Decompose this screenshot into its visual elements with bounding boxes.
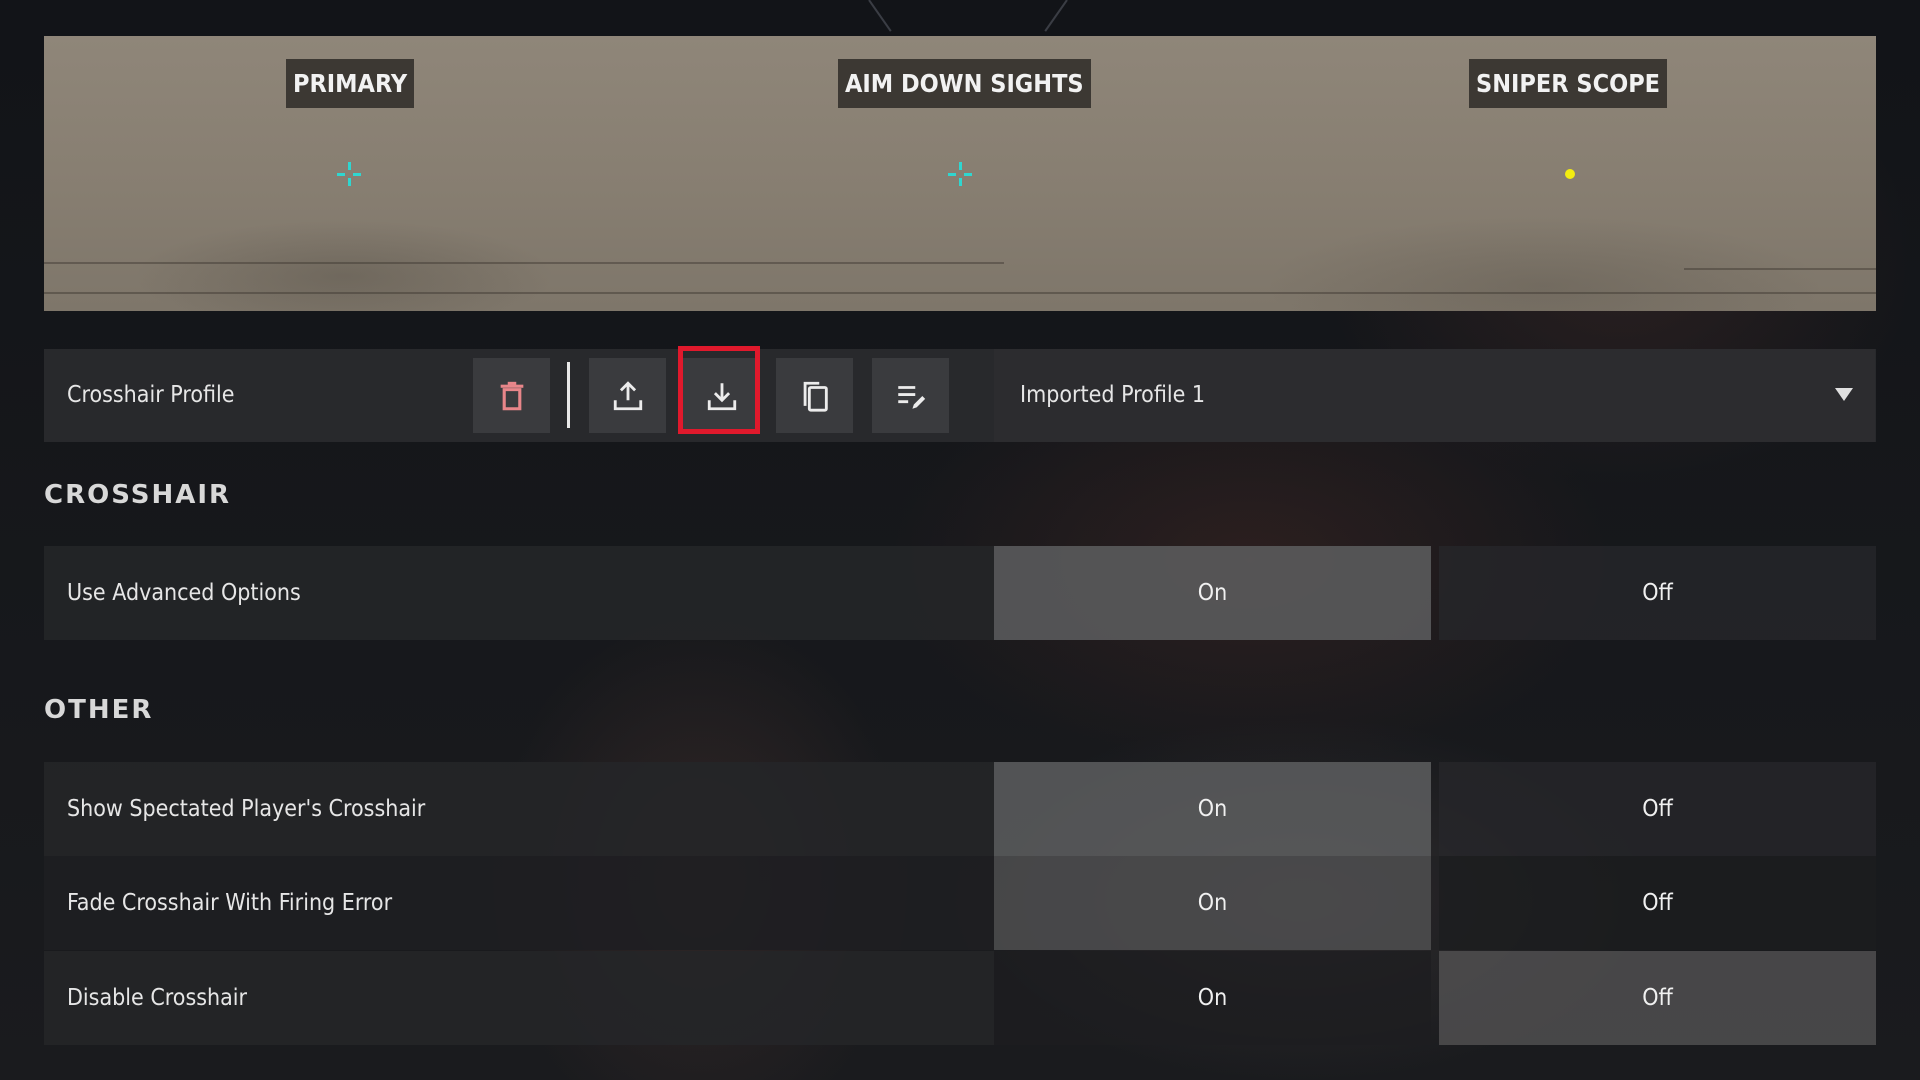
setting-label: Disable Crosshair [67, 985, 248, 1011]
toolbar-divider [567, 362, 570, 428]
use-advanced-options-off[interactable]: Off [1439, 546, 1876, 640]
setting-label-cell: Disable Crosshair [44, 951, 994, 1045]
section-title-crosshair: CROSSHAIR [44, 480, 232, 510]
setting-label: Show Spectated Player's Crosshair [67, 796, 426, 822]
setting-label: Fade Crosshair With Firing Error [67, 890, 393, 916]
wall-texture [44, 262, 1004, 264]
duplicate-profile-button[interactable] [776, 358, 853, 433]
rename-profile-button[interactable] [872, 358, 949, 433]
preview-label-sniper: SNIPER SCOPE [1469, 59, 1668, 108]
sniper-dot [1565, 169, 1575, 179]
crosshair-profile-label: Crosshair Profile [67, 382, 235, 408]
chevron-down-icon [1835, 388, 1853, 401]
setting-row-show-spectated-crosshair: Show Spectated Player's Crosshair On Off [44, 762, 1876, 856]
fade-crosshair-on[interactable]: On [994, 856, 1431, 950]
show-spectated-crosshair-on[interactable]: On [994, 762, 1431, 856]
preview-label-ads: AIM DOWN SIGHTS [838, 59, 1091, 108]
crosshair-preview: PRIMARY AIM DOWN SIGHTS SNIPER SCOPE [44, 36, 1876, 311]
fade-crosshair-off[interactable]: Off [1439, 856, 1876, 950]
import-profile-button[interactable] [683, 358, 760, 433]
profile-dropdown[interactable]: Imported Profile 1 [994, 349, 1875, 442]
use-advanced-options-on[interactable]: On [994, 546, 1431, 640]
show-spectated-crosshair-off[interactable]: Off [1439, 762, 1876, 856]
copy-icon [803, 381, 828, 412]
setting-row-disable-crosshair: Disable Crosshair On Off [44, 951, 1876, 1045]
download-icon [707, 382, 736, 410]
ads-crosshair [948, 162, 972, 186]
edit-list-icon [897, 385, 925, 409]
setting-label-cell: Fade Crosshair With Firing Error [44, 856, 994, 950]
setting-row-fade-crosshair: Fade Crosshair With Firing Error On Off [44, 856, 1876, 950]
section-title-other: OTHER [44, 695, 154, 725]
preview-label-primary: PRIMARY [286, 59, 415, 108]
export-profile-button[interactable] [589, 358, 666, 433]
disable-crosshair-on[interactable]: On [994, 951, 1431, 1045]
profile-dropdown-value: Imported Profile 1 [1020, 382, 1206, 408]
wall-texture [44, 292, 1876, 294]
setting-label-cell: Use Advanced Options [44, 546, 994, 640]
delete-profile-button[interactable] [473, 358, 550, 433]
trash-icon [500, 381, 523, 410]
setting-label: Use Advanced Options [67, 580, 301, 606]
disable-crosshair-off[interactable]: Off [1439, 951, 1876, 1045]
primary-crosshair [337, 162, 361, 186]
upload-icon [613, 380, 642, 410]
wall-texture [1684, 268, 1876, 270]
setting-row-use-advanced-options: Use Advanced Options On Off [44, 546, 1876, 640]
setting-label-cell: Show Spectated Player's Crosshair [44, 762, 994, 856]
